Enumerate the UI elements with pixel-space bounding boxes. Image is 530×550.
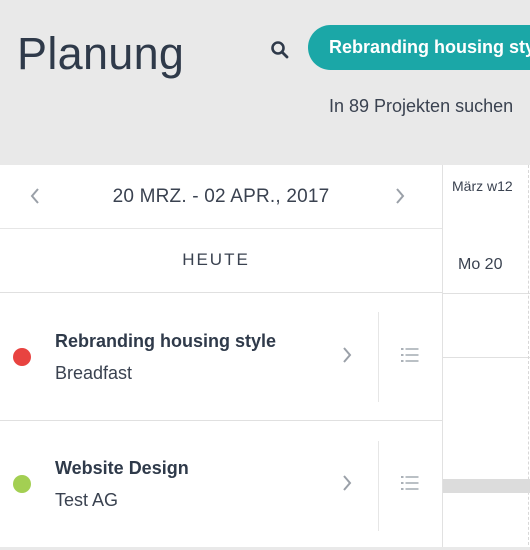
project-name[interactable]: Rebranding housing style [55, 331, 276, 352]
page-header: Planung Rebranding housing style In 89 P… [0, 0, 530, 165]
project-name[interactable]: Website Design [55, 458, 189, 479]
search-icon[interactable] [270, 40, 290, 60]
project-list-panel: 20 MRZ. - 02 APR., 2017 HEUTE Rebranding… [0, 165, 443, 550]
page-title: Planung [17, 28, 185, 79]
calendar-panel: März w12 Mo 20 [443, 165, 530, 550]
today-button[interactable]: HEUTE [0, 250, 432, 270]
timeline-bar[interactable] [443, 479, 530, 493]
project-color-dot [13, 475, 31, 493]
list-icon[interactable] [401, 347, 419, 363]
divider [378, 441, 379, 531]
project-color-dot [13, 348, 31, 366]
project-row[interactable]: Rebranding housing style Breadfast [0, 293, 442, 421]
project-row[interactable]: Website Design Test AG [0, 421, 442, 549]
calendar-grid-line [443, 293, 530, 294]
chevron-right-icon[interactable] [340, 345, 354, 365]
calendar-grid-line [443, 357, 530, 358]
search-hint: In 89 Projekten suchen [329, 96, 514, 116]
project-client: Test AG [55, 490, 119, 510]
list-icon[interactable] [401, 475, 419, 491]
chevron-right-icon[interactable] [392, 185, 408, 207]
date-navigator: 20 MRZ. - 02 APR., 2017 [0, 165, 442, 229]
today-row: HEUTE [0, 229, 442, 293]
chevron-right-icon[interactable] [340, 473, 354, 493]
date-range-label: 20 MRZ. - 02 APR., 2017 [112, 186, 330, 207]
week-label: März w12 [452, 178, 513, 194]
project-client: Breadfast [55, 363, 133, 383]
divider [378, 312, 379, 402]
search-chip[interactable]: Rebranding housing style [308, 25, 530, 70]
day-label: Mo 20 [458, 256, 503, 273]
